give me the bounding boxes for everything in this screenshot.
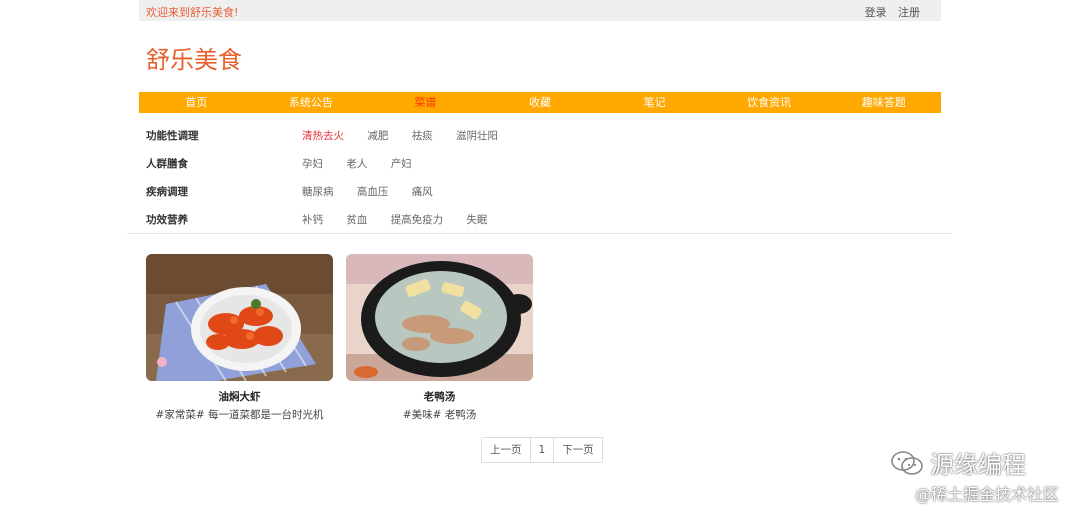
nav-item-recipes[interactable]: 菜谱 xyxy=(368,92,483,113)
filter-option[interactable]: 清热去火 xyxy=(302,130,344,142)
filter-category: 疾病调理 xyxy=(146,186,188,198)
filter-option[interactable]: 孕妇 xyxy=(302,158,323,170)
filter-category: 人群膳食 xyxy=(146,158,188,170)
recipe-title[interactable]: 老鸭汤 xyxy=(346,389,533,404)
auth-links: 登录 注册 xyxy=(857,4,921,20)
recipe-card[interactable]: 老鸭汤 #美味# 老鸭汤 xyxy=(346,254,533,422)
recipe-tags: #美味# 老鸭汤 xyxy=(402,409,477,421)
filter-category: 功能性调理 xyxy=(146,130,199,142)
filter-option[interactable]: 痛风 xyxy=(412,186,433,198)
welcome-text: 欢迎来到舒乐美食! xyxy=(146,6,239,19)
pagination: 上一页 1 下一页 xyxy=(481,437,603,463)
filter-row: 功能性调理 清热去火 减肥 祛痰 滋阴壮阳 xyxy=(146,122,946,150)
filter-row: 功效营养 补钙 贫血 提高免疫力 失眠 xyxy=(146,206,946,234)
wechat-icon xyxy=(891,450,923,475)
filter-option[interactable]: 贫血 xyxy=(346,214,367,226)
shrimp-dish-image[interactable] xyxy=(146,254,333,381)
filter-row: 人群膳食 孕妇 老人 产妇 xyxy=(146,150,946,178)
filter-option[interactable]: 滋阴壮阳 xyxy=(456,130,498,142)
filter-option[interactable]: 糖尿病 xyxy=(302,186,334,198)
top-bar: 欢迎来到舒乐美食! 登录 注册 xyxy=(139,0,941,21)
main-nav: 首页 系统公告 菜谱 收藏 笔记 饮食资讯 趣味答题 xyxy=(139,92,941,113)
duck-soup-dish-image[interactable] xyxy=(346,254,533,381)
watermark-brand-text: 源缘编程 xyxy=(930,451,1026,479)
register-link[interactable]: 注册 xyxy=(898,6,920,19)
watermark-brand: 源缘编程 xyxy=(890,445,1026,480)
nav-item-announcements[interactable]: 系统公告 xyxy=(254,92,369,113)
filter-option[interactable]: 祛痰 xyxy=(412,130,433,142)
filter-option[interactable]: 产妇 xyxy=(391,158,412,170)
login-link[interactable]: 登录 xyxy=(865,6,887,19)
nav-item-news[interactable]: 饮食资讯 xyxy=(712,92,827,113)
recipe-title[interactable]: 油焖大虾 xyxy=(146,389,333,404)
watermark-site: @稀土掘金技术社区 xyxy=(915,485,1060,504)
current-page[interactable]: 1 xyxy=(529,438,554,462)
filter-option[interactable]: 高血压 xyxy=(357,186,389,198)
filter-option[interactable]: 失眠 xyxy=(467,214,488,226)
nav-item-notes[interactable]: 笔记 xyxy=(597,92,712,113)
filter-option[interactable]: 老人 xyxy=(346,158,367,170)
nav-item-home[interactable]: 首页 xyxy=(139,92,254,113)
divider xyxy=(127,233,952,234)
filter-row: 疾病调理 糖尿病 高血压 痛风 xyxy=(146,178,946,206)
filter-category: 功效营养 xyxy=(146,214,188,226)
filter-option[interactable]: 提高免疫力 xyxy=(391,214,444,226)
site-logo[interactable]: 舒乐美食 xyxy=(146,40,242,75)
nav-item-favorites[interactable]: 收藏 xyxy=(483,92,598,113)
nav-item-quiz[interactable]: 趣味答题 xyxy=(826,92,941,113)
filter-option[interactable]: 减肥 xyxy=(367,130,388,142)
recipe-card[interactable]: 油焖大虾 #家常菜# 每一道菜都是一台时光机 xyxy=(146,254,333,422)
filter-panel: 功能性调理 清热去火 减肥 祛痰 滋阴壮阳 人群膳食 孕妇 老人 产妇 疾病调理… xyxy=(146,122,946,234)
filter-option[interactable]: 补钙 xyxy=(302,214,323,226)
next-page-button[interactable]: 下一页 xyxy=(553,438,602,462)
recipe-tags: #家常菜# 每一道菜都是一台时光机 xyxy=(155,409,324,421)
prev-page-button[interactable]: 上一页 xyxy=(482,438,530,462)
